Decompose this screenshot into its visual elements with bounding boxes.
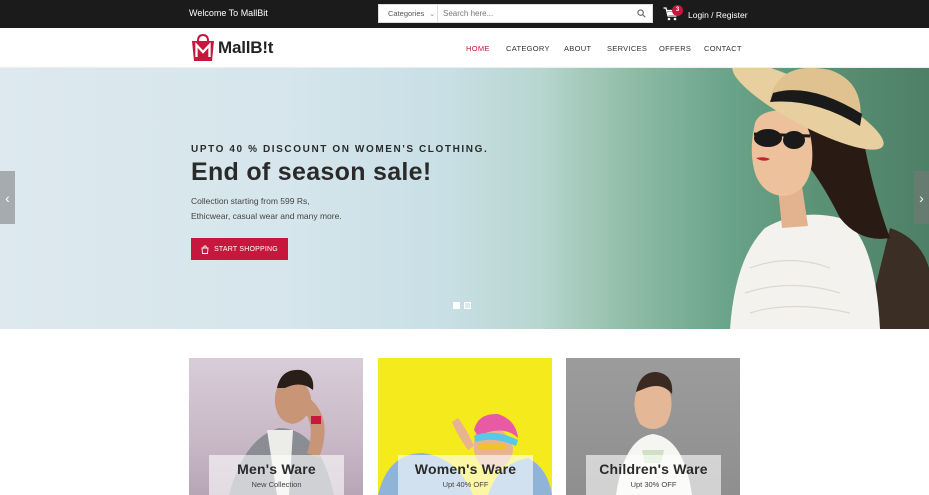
chevron-right-icon: › bbox=[919, 189, 924, 206]
top-bar: Welcome To MallBit Categories ⌄ 3 Login … bbox=[0, 0, 929, 28]
hero-tagline: UPTO 40 % DISCOUNT ON WOMEN'S CLOTHING. bbox=[191, 144, 489, 155]
category-label-box: Men's Ware New Collection bbox=[209, 455, 344, 495]
search-icon bbox=[636, 9, 646, 18]
logo-text: MallB!t bbox=[218, 37, 274, 57]
category-card-men[interactable]: Men's Ware New Collection bbox=[189, 358, 363, 495]
hero-description-line-1: Collection starting from 599 Rs, bbox=[191, 196, 310, 206]
search-button[interactable] bbox=[630, 5, 652, 22]
category-label-box: Children's Ware Upt 30% OFF bbox=[586, 455, 721, 495]
search-bar: Categories ⌄ bbox=[378, 4, 653, 23]
category-title: Men's Ware bbox=[237, 461, 316, 477]
start-shopping-button[interactable]: START SHOPPING bbox=[191, 238, 288, 260]
nav-category[interactable]: CATEGORY bbox=[506, 44, 550, 53]
hero-slider: UPTO 40 % DISCOUNT ON WOMEN'S CLOTHING. … bbox=[0, 68, 929, 329]
welcome-text: Welcome To MallBit bbox=[189, 8, 268, 18]
slider-next-button[interactable]: › bbox=[914, 171, 929, 224]
category-subtitle: Upt 30% OFF bbox=[630, 480, 677, 489]
category-title: Children's Ware bbox=[599, 461, 708, 477]
chevron-left-icon: ‹ bbox=[5, 189, 10, 206]
categories-dropdown[interactable]: Categories ⌄ bbox=[379, 5, 438, 22]
category-card-children[interactable]: Children's Ware Upt 30% OFF bbox=[566, 358, 740, 495]
category-title: Women's Ware bbox=[414, 461, 517, 477]
slider-dot-1[interactable] bbox=[453, 302, 460, 309]
category-subtitle: Upt 40% OFF bbox=[442, 480, 489, 489]
nav-services[interactable]: SERVICES bbox=[607, 44, 647, 53]
main-navbar: MallB!t HOME CATEGORY ABOUT SERVICES OFF… bbox=[0, 28, 929, 68]
login-register-link[interactable]: Login / Register bbox=[688, 10, 748, 20]
cart-count-badge: 3 bbox=[672, 5, 683, 16]
slider-prev-button[interactable]: ‹ bbox=[0, 171, 15, 224]
search-input[interactable] bbox=[438, 5, 630, 22]
slider-dot-2[interactable] bbox=[464, 302, 471, 309]
categories-label: Categories bbox=[388, 9, 425, 18]
chevron-down-icon: ⌄ bbox=[429, 10, 436, 18]
nav-about[interactable]: ABOUT bbox=[564, 44, 591, 53]
nav-offers[interactable]: OFFERS bbox=[659, 44, 691, 53]
hero-description-line-2: Ethicwear, casual wear and many more. bbox=[191, 211, 342, 221]
hero-model-image bbox=[730, 68, 929, 329]
category-label-box: Women's Ware Upt 40% OFF bbox=[398, 455, 533, 495]
shopping-bag-logo-icon bbox=[192, 33, 214, 61]
shopping-bag-icon bbox=[201, 244, 209, 254]
nav-contact[interactable]: CONTACT bbox=[704, 44, 742, 53]
category-card-women[interactable]: Women's Ware Upt 40% OFF bbox=[378, 358, 552, 495]
hero-title: End of season sale! bbox=[191, 158, 432, 186]
category-subtitle: New Collection bbox=[251, 480, 302, 489]
nav-home[interactable]: HOME bbox=[466, 44, 490, 53]
start-shopping-label: START SHOPPING bbox=[214, 245, 278, 253]
logo[interactable]: MallB!t bbox=[190, 33, 273, 62]
